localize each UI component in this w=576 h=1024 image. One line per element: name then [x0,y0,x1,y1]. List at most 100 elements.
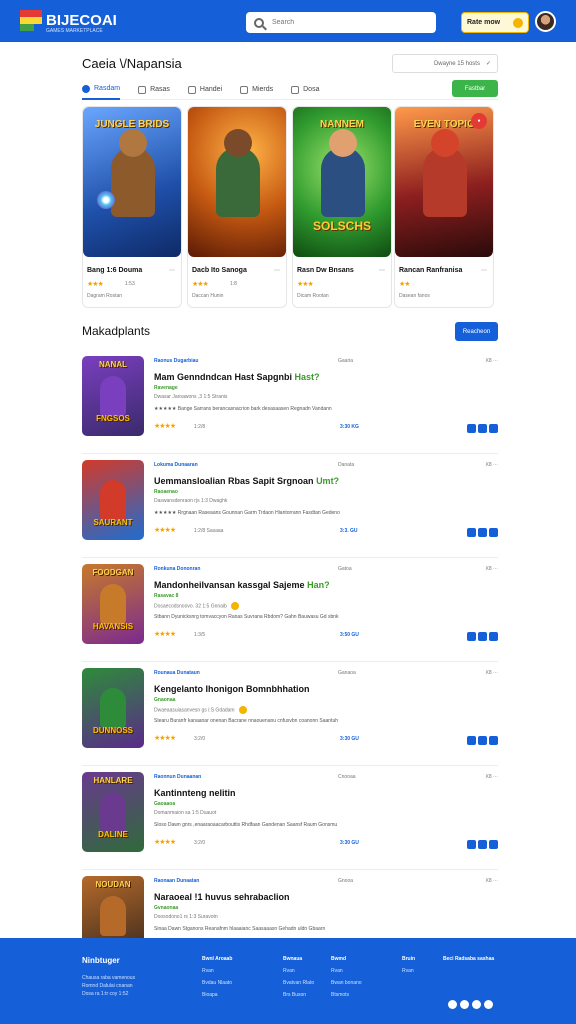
bookmark-icon[interactable] [467,736,476,745]
footer-link[interactable]: Rvan [283,968,314,974]
thumb-subtitle: SAURANT [93,518,133,527]
row-title[interactable]: Kengelanto Ihonigon Bomnbhhation [154,684,309,694]
filter-button[interactable]: Fastbar [452,80,498,97]
gamepad-icon [138,85,147,94]
footer-link[interactable]: Rvan [402,968,415,974]
game-thumbnail[interactable]: DUNNOSS [82,668,144,748]
thumb-title: NOUDAN [95,880,131,889]
game-name[interactable]: Bang 1:6 Douma [87,267,142,274]
row-tags[interactable]: Raonnun Dunaanan [154,774,201,780]
game-list-row[interactable]: NANAL FNGSOS Raonus Dugarbiau Gaaria X8 … [82,350,498,454]
row-tags[interactable]: Raonus Dugarbiau [154,358,198,364]
download-icon[interactable] [489,424,498,433]
game-list-row[interactable]: SAURANT Lokuma Dunaaran Danata X8 ⋯ Uemm… [82,454,498,558]
share-icon[interactable] [478,424,487,433]
social-links [448,1000,493,1009]
footer-link[interactable]: Rvan [202,968,232,974]
share-icon[interactable] [478,840,487,849]
row-link[interactable]: 3:30 GU [340,840,359,846]
footer-link[interactable]: Bwan bonano [331,980,362,986]
row-count[interactable]: X8 ⋯ [485,358,498,364]
row-title[interactable]: Kantinnteng nelitin [154,788,236,798]
star-rating: ★★★★ [154,527,176,534]
share-icon[interactable] [478,736,487,745]
rate-button[interactable]: Rate mow [461,12,529,33]
featured-card[interactable]: Dacb Ito Sanoga ⋯ ★★★ 1:8 Daccan Hunin [187,106,287,308]
game-thumbnail[interactable]: FOODGAN HAVANSIS [82,564,144,644]
row-tags[interactable]: Ronkuna Dononran [154,566,200,572]
facebook-icon[interactable] [448,1000,457,1009]
row-title[interactable]: Mam Genndndcan Hast Sapgnbi Hast? [154,372,320,382]
row-title[interactable]: Mandonheilvansan kassgal Sajeme Han? [154,580,330,590]
search-bar[interactable] [246,12,436,33]
game-thumbnail[interactable]: HANLARE DALINE [82,772,144,852]
tab-dosa[interactable]: Dosa [291,80,319,100]
row-link[interactable]: 3:50 GU [340,632,359,638]
row-count[interactable]: X8 ⋯ [485,774,498,780]
hero-figure [423,147,467,217]
share-icon[interactable] [478,632,487,641]
game-thumbnail[interactable]: NANAL FNGSOS [82,356,144,436]
footer-link[interactable]: Bioapa [202,992,232,998]
tab-rasdam[interactable]: Rasdam [82,80,121,100]
row-tags[interactable]: Lokuma Dunaaran [154,462,198,468]
more-icon[interactable]: ⋯ [169,267,175,274]
row-count[interactable]: X8 ⋯ [485,670,498,676]
footer-link[interactable]: Btsmots [331,992,362,998]
twitter-icon[interactable] [460,1000,469,1009]
bookmark-icon[interactable] [467,424,476,433]
bookmark-icon[interactable] [467,840,476,849]
circle-icon [82,84,90,93]
row-title[interactable]: Naraoeal !1 huvus sehrabaclion [154,892,290,902]
tab-rasas[interactable]: Rasas [138,80,170,100]
youtube-icon[interactable] [484,1000,493,1009]
bookmark-icon[interactable] [467,528,476,537]
brand-logo[interactable]: BIJECOAI GAMES MARKETPLACE [20,10,117,34]
tab-mierds[interactable]: Mierds [240,80,273,100]
game-list-row[interactable]: DUNNOSS Rounaua Dunataun Ganaoa X8 ⋯ Ken… [82,662,498,766]
rating-value: 3:2/0 [194,736,206,742]
row-count[interactable]: X8 ⋯ [485,878,498,884]
footer-link[interactable]: Brs Buson [283,992,314,998]
row-count[interactable]: X8 ⋯ [485,566,498,572]
row-count[interactable]: X8 ⋯ [485,462,498,468]
row-tags[interactable]: Rounaua Dunataun [154,670,200,676]
row-link[interactable]: 3:30 KG [340,424,359,430]
instagram-icon[interactable] [472,1000,481,1009]
featured-card[interactable]: NANNEM SOLSCHS Rasn Dw Bnsans ⋯ ★★★ Dica… [292,106,392,308]
tab-handei[interactable]: Handei [187,80,222,100]
search-input[interactable] [272,19,422,26]
featured-card[interactable]: JUNGLE BRIDS Bang 1:6 Douma ⋯ ★★★ 1:53 D… [82,106,182,308]
more-icon[interactable]: ⋯ [481,267,487,274]
game-name[interactable]: Rasn Dw Bnsans [297,267,354,274]
featured-card[interactable]: EVEN TOPIC ● Rancan Ranfranisa ⋯ ★★ Dase… [394,106,494,308]
game-list-row[interactable]: FOODGAN HAVANSIS Ronkuna Dononran Gatoa … [82,558,498,662]
row-link[interactable]: 3:30 GU [340,736,359,742]
download-icon[interactable] [489,840,498,849]
section-action-button[interactable]: Reacheon [455,322,498,341]
sort-dropdown[interactable]: Dwayne 15 hosts ✓ [392,54,498,73]
download-icon[interactable] [489,736,498,745]
row-meta: Doosodono1 rs 1:3 Suravotn [154,914,218,920]
footer-link[interactable]: Bvdau Nlaato [202,980,232,986]
bookmark-icon[interactable] [467,632,476,641]
game-thumbnail[interactable]: SAURANT [82,460,144,540]
footer-link[interactable]: Bvatvan Rlato [283,980,314,986]
footer-heading: Bruin [402,956,416,962]
row-time: Gnooa [338,878,354,884]
footer-link[interactable]: Rvan [331,968,362,974]
row-title[interactable]: Uemmansloalian Rbas Sapit Srgnoan Umt? [154,476,339,486]
game-name[interactable]: Dacb Ito Sanoga [192,267,247,274]
row-tags[interactable]: Raonaan Dunaatan [154,878,199,884]
more-icon[interactable]: ⋯ [274,267,280,274]
game-name[interactable]: Rancan Ranfranisa [399,267,462,274]
download-icon[interactable] [489,632,498,641]
download-icon[interactable] [489,528,498,537]
row-link[interactable]: 3:3. GU [340,528,358,534]
row-subtitle: Ravenage [154,385,178,391]
share-icon[interactable] [478,528,487,537]
game-list-row[interactable]: HANLARE DALINE Raonnun Dunaanan Cnooaa X… [82,766,498,870]
thumb-title: NANAL [99,360,127,369]
user-avatar[interactable] [535,11,556,32]
more-icon[interactable]: ⋯ [379,267,385,274]
